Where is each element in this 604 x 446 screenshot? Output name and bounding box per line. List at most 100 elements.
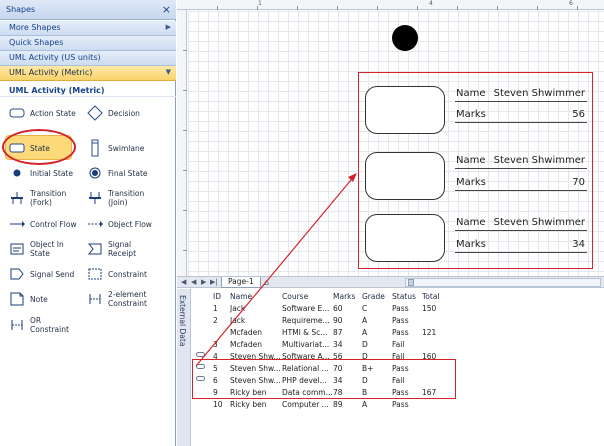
table-cell-name: Ricky ben <box>230 400 267 409</box>
table-cell-id: 1 <box>213 304 218 313</box>
shapes-pane: Shapes × More Shapes ▶ Quick Shapes UML … <box>0 0 176 446</box>
swimlane-icon <box>86 139 104 157</box>
signal-receipt-icon <box>86 240 104 258</box>
card-name-row: Name Steven Shwimmer <box>455 217 587 231</box>
shape-two-element-constraint[interactable]: 2-element Constraint <box>86 287 153 311</box>
prev-page-icon[interactable]: ◀ <box>191 278 196 286</box>
table-cell-course: Multivariat... <box>282 340 330 349</box>
ruler-tick <box>183 250 187 251</box>
state-annotation-circle <box>2 129 76 165</box>
ruler-tick <box>497 6 498 10</box>
column-header[interactable]: Marks <box>333 292 355 301</box>
shape-note[interactable]: Note <box>8 287 48 311</box>
shape-label: Object Flow <box>108 219 152 229</box>
table-cell-status: Pass <box>392 316 409 325</box>
shape-swimlane[interactable]: Swimlane <box>86 136 144 160</box>
shape-control-flow[interactable]: Control Flow <box>8 212 77 236</box>
card-name-row: Name Steven Shwimmer <box>455 88 587 102</box>
shape-or-constraint[interactable]: OR Constraint <box>8 313 70 337</box>
shape-transition-fork[interactable]: Transition (Fork) <box>8 186 75 210</box>
join-icon <box>86 189 104 207</box>
vertical-ruler <box>177 10 187 276</box>
marks-value: 70 <box>572 177 585 188</box>
shape-label: Note <box>30 294 48 304</box>
stencil-uml-activity-metric[interactable]: UML Activity (Metric) ▼ <box>0 66 176 81</box>
table-cell-grade: A <box>362 316 368 325</box>
stencil-uml-activity-us[interactable]: UML Activity (US units) <box>0 51 176 66</box>
shape-label: Signal Send <box>30 269 75 279</box>
table-cell-grade: A <box>362 400 368 409</box>
stencil-header: UML Activity (Metric) <box>0 83 176 97</box>
column-header[interactable]: Status <box>392 292 416 301</box>
shape-object-in-state[interactable]: Object In State <box>8 237 72 261</box>
table-cell-marks: 60 <box>333 304 343 313</box>
table-row[interactable]: Mcfaden HTMl & Sc... 87 A Pass 121 <box>194 327 604 339</box>
scrollbar-thumb[interactable] <box>408 279 414 286</box>
shapes-pane-title: Shapes × <box>0 0 176 20</box>
initial-state-shape[interactable] <box>392 25 418 51</box>
first-page-icon[interactable]: ◀ <box>181 278 186 286</box>
object-in-state-icon <box>8 240 26 258</box>
table-cell-status: Pass <box>392 328 409 337</box>
horizontal-scrollbar[interactable] <box>405 278 601 287</box>
table-cell-course: HTMl & Sc... <box>282 328 328 337</box>
ruler-tick <box>537 6 538 10</box>
next-page-icon[interactable]: ▶ <box>201 278 206 286</box>
column-header[interactable]: Name <box>230 292 252 301</box>
ruler-tick <box>217 6 218 10</box>
state-shape[interactable] <box>365 152 445 200</box>
chevron-right-icon: ▶ <box>165 23 171 31</box>
shape-label: Transition (Join) <box>108 189 145 207</box>
stencil-label: UML Activity (US units) <box>9 53 101 62</box>
stencil-label: UML Activity (Metric) <box>9 68 93 77</box>
state-shape[interactable] <box>365 86 445 134</box>
stencil-quick-shapes[interactable]: Quick Shapes <box>0 36 176 51</box>
table-row[interactable]: 2 Jack Requireme... 90 A Pass <box>194 315 604 327</box>
shape-signal-send[interactable]: Signal Send <box>8 262 74 286</box>
table-row[interactable]: 1 Jack Software E... 60 C Pass 150 <box>194 303 604 315</box>
marks-label: Marks <box>456 239 486 250</box>
name-value: Steven Shwimmer <box>493 217 585 228</box>
shape-label: Swimlane <box>108 143 145 153</box>
last-page-icon[interactable]: ▶| <box>210 278 218 286</box>
stencil-label: More Shapes <box>9 23 61 32</box>
shape-label: Action State <box>30 108 76 118</box>
table-cell-course: Computer ... <box>282 400 329 409</box>
action-state-icon <box>8 104 26 122</box>
column-header[interactable]: Course <box>282 292 308 301</box>
state-shape[interactable] <box>365 214 445 262</box>
table-row[interactable]: 10 Ricky ben Computer ... 89 A Pass <box>194 399 604 411</box>
ruler-tick <box>183 170 187 171</box>
table-cell-name: Mcfaden <box>230 328 262 337</box>
ruler-label: 4 <box>429 0 433 7</box>
marks-value: 34 <box>572 239 585 250</box>
close-icon[interactable]: × <box>162 3 171 16</box>
shape-action-state[interactable]: Action State <box>8 101 76 125</box>
shape-initial-state[interactable]: Initial State <box>8 161 73 185</box>
fork-icon <box>8 189 26 207</box>
shapes-title-text: Shapes <box>6 5 36 14</box>
table-row[interactable]: 3 Mcfaden Multivariat... 34 D Fail <box>194 339 604 351</box>
ruler-tick <box>183 90 187 91</box>
table-cell-status: Pass <box>392 400 409 409</box>
column-header[interactable]: ID <box>213 292 221 301</box>
shape-decision[interactable]: Decision <box>86 101 140 125</box>
table-cell-grade: C <box>362 304 368 313</box>
shape-constraint[interactable]: Constraint <box>86 262 147 286</box>
shape-object-flow[interactable]: Object Flow <box>86 212 152 236</box>
shape-final-state[interactable]: Final State <box>86 161 148 185</box>
ruler-tick <box>297 6 298 10</box>
shape-signal-receipt[interactable]: Signal Receipt <box>86 237 148 261</box>
insert-page-icon[interactable]: ⌂ <box>264 278 269 287</box>
horizontal-ruler: 1 4 6 <box>177 0 604 10</box>
column-header[interactable]: Total <box>422 292 440 301</box>
tab-page-1[interactable]: Page-1 <box>221 277 261 288</box>
ruler-tick <box>183 50 187 51</box>
column-header[interactable]: Grade <box>362 292 385 301</box>
shape-transition-join[interactable]: Transition (Join) <box>86 186 153 210</box>
ruler-tick <box>183 130 187 131</box>
stencil-more-shapes[interactable]: More Shapes ▶ <box>0 21 176 36</box>
name-value: Steven Shwimmer <box>493 155 585 166</box>
table-cell-grade: D <box>362 340 368 349</box>
table-cell-name: Mcfaden <box>230 340 262 349</box>
